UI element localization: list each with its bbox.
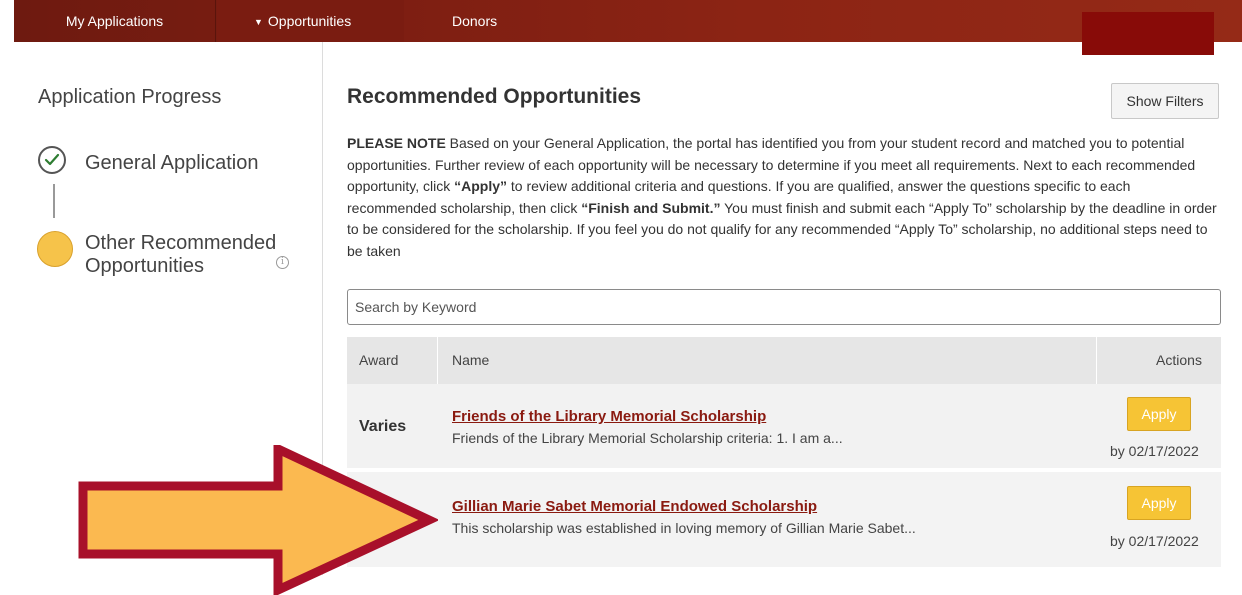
opportunity-link[interactable]: Gillian Marie Sabet Memorial Endowed Sch… — [452, 498, 817, 515]
note-lead: PLEASE NOTE — [347, 135, 446, 151]
step-other-recommended-line1: Other Recommended — [85, 232, 277, 254]
tab-opportunities[interactable]: ▼ Opportunities — [217, 0, 404, 42]
table-row: Varies Friends of the Library Memorial S… — [347, 384, 1221, 468]
deadline-text: by 02/17/2022 — [1110, 443, 1199, 459]
column-actions: Actions — [1156, 352, 1202, 368]
column-award: Award — [359, 352, 399, 368]
show-filters-button[interactable]: Show Filters — [1111, 83, 1219, 119]
tab-opportunities-label: Opportunities — [267, 13, 352, 29]
tab-my-applications-label: My Applications — [65, 13, 164, 29]
tab-donors-label: Donors — [452, 13, 498, 29]
opportunity-description: Friends of the Library Memorial Scholars… — [452, 430, 843, 446]
award-value: Varies — [359, 418, 407, 435]
column-divider — [437, 337, 438, 384]
column-divider — [1096, 337, 1097, 384]
user-menu[interactable] — [1082, 12, 1214, 55]
info-icon[interactable]: i — [276, 256, 289, 269]
check-icon — [44, 153, 60, 166]
step-other-recommended[interactable]: Other Recommended Opportunities — [85, 232, 285, 278]
tab-my-applications[interactable]: My Applications — [14, 0, 216, 42]
note-apply-emphasis: “Apply” — [454, 178, 508, 194]
step-general-application[interactable]: General Application — [85, 152, 258, 175]
sidebar-title: Application Progress — [38, 86, 222, 108]
top-nav: My Applications ▼ Opportunities Donors — [14, 0, 1242, 42]
deadline-text: by 02/17/2022 — [1110, 533, 1199, 549]
opportunity-link[interactable]: Friends of the Library Memorial Scholars… — [452, 408, 766, 425]
step-connector — [53, 184, 55, 218]
apply-button[interactable]: Apply — [1127, 397, 1191, 431]
pointer-arrow-icon — [78, 445, 438, 595]
apply-button[interactable]: Apply — [1127, 486, 1191, 520]
step-other-recommended-line2: Opportunities — [85, 255, 204, 277]
caret-down-icon: ▼ — [254, 17, 263, 27]
search-input[interactable] — [347, 289, 1221, 325]
page-title: Recommended Opportunities — [347, 85, 642, 108]
opportunity-description: This scholarship was established in lovi… — [452, 520, 916, 536]
step-current-indicator — [37, 231, 73, 267]
column-name: Name — [452, 352, 490, 368]
table-header: Award Name Actions — [347, 337, 1221, 384]
please-note-text: PLEASE NOTE Based on your General Applic… — [347, 133, 1222, 262]
tab-donors[interactable]: Donors — [404, 0, 524, 42]
note-finish-emphasis: “Finish and Submit.” — [581, 199, 721, 216]
table-row: Gillian Marie Sabet Memorial Endowed Sch… — [347, 472, 1221, 567]
step-complete-indicator — [38, 146, 66, 174]
